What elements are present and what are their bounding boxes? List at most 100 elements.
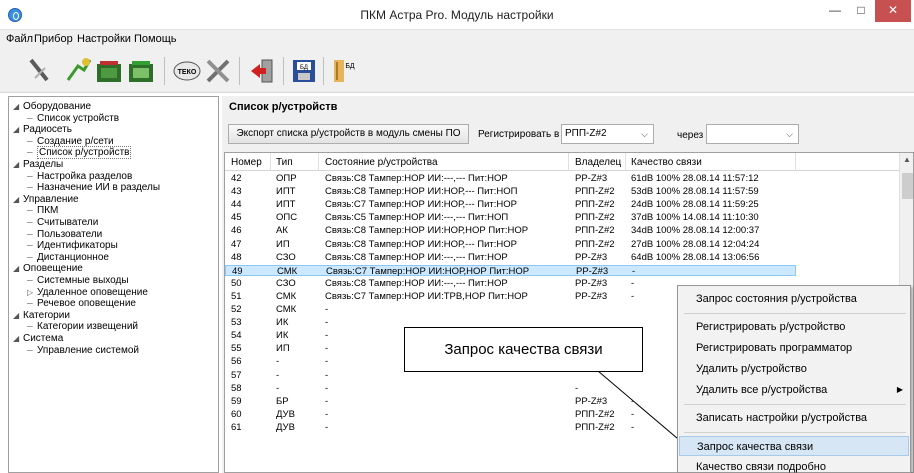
table-cell: РПП-Z#2 — [575, 212, 615, 224]
tree-item[interactable]: ─ Считыватели — [27, 217, 98, 228]
through-select[interactable]: ⌵ — [706, 124, 799, 144]
close-button[interactable]: ✕ — [875, 0, 911, 22]
chevron-down-icon: ⌵ — [786, 129, 793, 139]
teko-icon[interactable]: ТЕКО — [172, 56, 202, 86]
tree-item-label: Система — [23, 333, 64, 344]
read-device-icon[interactable] — [94, 56, 124, 86]
table-cell: - — [276, 382, 280, 394]
table-cell: 45 — [231, 212, 242, 224]
table-row[interactable]: 42 ОПР Связь:С8 Тампер:НОР ИИ:---,--- Пит:… — [225, 173, 796, 184]
scroll-thumb[interactable] — [902, 173, 913, 199]
tree-item[interactable]: ─ Управление системой — [27, 345, 139, 356]
tree-item-label: Идентификаторы — [37, 240, 118, 252]
write-device-icon[interactable] — [126, 56, 156, 86]
context-menu-item[interactable]: Удалить все р/устройства ▶ — [679, 380, 909, 400]
table-row[interactable]: 49 СМК Связь:С7 Тампер:НОР ИИ:НОР,НОР Пит:… — [225, 264, 796, 277]
tree-item[interactable]: ─ Системные выходы — [27, 275, 129, 286]
column-header[interactable]: Владелец — [575, 157, 621, 168]
table-cell: АК — [276, 225, 288, 237]
register-select[interactable]: РПП-Z#2 ⌵ — [561, 124, 654, 144]
tree-item[interactable]: ─ ПКМ — [27, 205, 58, 216]
context-menu-item[interactable]: Регистрировать р/устройство — [679, 317, 909, 337]
context-menu-item[interactable]: Регистрировать программатор — [679, 338, 909, 358]
open-db-icon[interactable]: БД — [330, 56, 360, 86]
connect-icon[interactable] — [64, 56, 94, 86]
save-db-icon[interactable]: БД — [290, 56, 318, 86]
context-menu-item[interactable]: Качество связи подробно — [679, 457, 909, 473]
column-header[interactable]: Качество связи — [631, 157, 702, 168]
table-cell: Связь:С8 Тампер:НОР ИИ:---,--- Пит:НОР — [325, 277, 508, 289]
exit-icon[interactable] — [248, 56, 276, 86]
tree-item[interactable]: ─ Категории извещений — [27, 321, 138, 332]
tree-item[interactable]: ─ Назначение ИИ в разделы — [27, 182, 160, 193]
table-cell: РПП-Z#2 — [575, 225, 615, 237]
context-menu-item[interactable]: Запрос качества связи — [679, 436, 909, 456]
tree-group[interactable]: ◢ Оборудование — [13, 101, 91, 112]
tree-group[interactable]: ◢ Категории — [13, 310, 70, 321]
table-cell: ИП — [276, 343, 290, 355]
tree-item[interactable]: ▷ Удаленное оповещение — [27, 287, 148, 298]
column-divider — [270, 153, 271, 171]
maximize-button[interactable]: □ — [848, 0, 874, 22]
tree-group[interactable]: ◢ Управление — [13, 194, 79, 205]
table-cell: РР-Z#3 — [576, 265, 609, 277]
tree-line-icon: ─ — [27, 252, 33, 262]
table-row[interactable]: 46 АК Связь:С8 Тампер:НОР ИИ:НОР,НОР Пит:Н… — [225, 225, 796, 236]
table-cell: 55 — [231, 343, 242, 355]
context-menu-item[interactable]: Удалить р/устройство — [679, 359, 909, 379]
disconnect-icon[interactable] — [27, 56, 53, 86]
tree-group[interactable]: ◢ Радиосеть — [13, 124, 72, 135]
menu-device[interactable]: Прибор — [34, 33, 73, 45]
table-cell: - — [276, 356, 280, 368]
tree-item-label: Список р/устройств — [37, 146, 132, 160]
column-header[interactable]: Номер — [231, 157, 262, 168]
tree-item[interactable]: ─ Создание р/сети — [27, 136, 114, 147]
tools-icon[interactable] — [203, 56, 233, 86]
tree-item[interactable]: ─ Список устройств — [27, 113, 119, 124]
tree-item[interactable]: ─ Речевое оповещение — [27, 298, 136, 309]
tree-item-label: Радиосеть — [23, 124, 72, 136]
menu-help[interactable]: Помощь — [134, 33, 177, 45]
table-cell: Связь:С8 Тампер:НОР ИИ:НОР,--- Пит:НОП — [325, 186, 518, 198]
table-row[interactable]: 47 ИП Связь:С8 Тампер:НОР ИИ:НОР,--- Пит:Н… — [225, 239, 796, 250]
tree-line-icon: ─ — [27, 218, 33, 227]
tree-item[interactable]: ─ Дистанционное — [27, 252, 109, 263]
table-row[interactable]: 43 ИПТ Связь:С8 Тампер:НОР ИИ:НОР,--- Пит:… — [225, 186, 796, 197]
table-cell: ИП — [276, 238, 290, 250]
navigation-tree: ◢ Оборудование ─ Список устройств ◢ Радиосеть… — [8, 96, 219, 473]
table-row[interactable]: 45 ОПС Связь:С5 Тампер:НОР ИИ:---,--- Пит:… — [225, 212, 796, 223]
menu-settings[interactable]: Настройки — [77, 33, 131, 45]
tree-item[interactable]: ─ Идентификаторы — [27, 240, 118, 251]
tree-item-label: Управление системой — [37, 344, 140, 356]
tree-item[interactable]: ─ Настройка разделов — [27, 171, 132, 182]
minimize-button[interactable]: — — [822, 0, 848, 22]
menu-file[interactable]: Файл — [6, 33, 33, 45]
table-row[interactable]: 44 ИПТ Связь:С7 Тампер:НОР ИИ:НОР,--- Пит:… — [225, 199, 796, 210]
context-menu-item[interactable]: Запрос состояния р/устройства — [679, 289, 909, 309]
tree-group[interactable]: ◢ Оповещение — [13, 263, 83, 274]
tree-item-label: Создание р/сети — [37, 135, 114, 147]
svg-text:ТЕКО: ТЕКО — [178, 69, 197, 76]
tree-group[interactable]: ◢ Разделы — [13, 159, 63, 170]
table-cell: 57 — [231, 369, 242, 381]
tree-item[interactable]: ─ Список р/устройств — [27, 146, 132, 160]
tree-item-label: Список устройств — [37, 112, 120, 124]
column-header[interactable]: Состояние р/устройства — [325, 157, 438, 168]
table-cell: 56 — [231, 356, 242, 368]
table-cell: СМК — [276, 304, 297, 315]
table-cell: - — [325, 304, 329, 315]
scroll-up-icon[interactable]: ▲ — [903, 155, 911, 164]
export-button[interactable]: Экспорт списка р/устройств в модуль смен… — [228, 124, 469, 144]
table-cell: Связь:С5 Тампер:НОР ИИ:---,--- Пит:НОП — [325, 212, 509, 224]
tree-group[interactable]: ◢ Система — [13, 333, 63, 344]
context-menu-item[interactable]: Записать настройки р/устройства — [679, 408, 909, 428]
column-header[interactable]: Тип — [276, 157, 293, 168]
table-cell: 58 — [231, 382, 242, 394]
table-cell: 44 — [231, 199, 242, 211]
callout-label: Запрос качества связи — [404, 327, 643, 372]
tree-item[interactable]: ─ Пользователи — [27, 229, 102, 240]
tree-item-label: Пользователи — [37, 228, 103, 240]
title-bar: ПКМ Астра Pro. Модуль настройки — □ ✕ — [0, 0, 914, 30]
tree-item-label: ПКМ — [37, 205, 59, 217]
table-row[interactable]: 48 СЗО Связь:С8 Тампер:НОР ИИ:---,--- Пит:… — [225, 252, 796, 263]
